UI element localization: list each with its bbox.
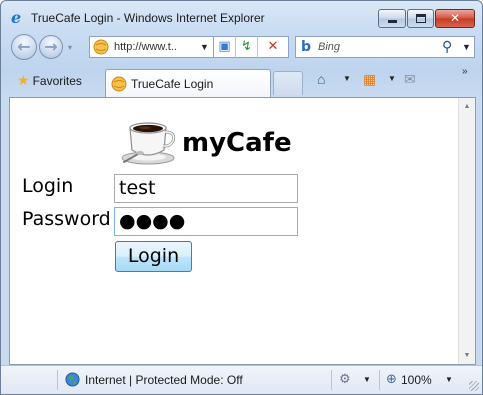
- maximize-icon: [416, 14, 426, 23]
- minimize-button[interactable]: [378, 9, 406, 28]
- tab-favicon-icon: [111, 76, 127, 92]
- address-url[interactable]: http://www.t..: [114, 41, 177, 53]
- login-input[interactable]: test: [114, 174, 298, 203]
- bing-logo-icon: b: [301, 39, 312, 55]
- recent-pages-dropdown-icon[interactable]: ▾: [68, 43, 72, 52]
- favorites-button[interactable]: ★ Favorites: [17, 72, 82, 89]
- scroll-down-icon[interactable]: ▼: [459, 352, 475, 359]
- search-options-dropdown-icon[interactable]: ▼: [462, 42, 471, 52]
- refresh-button[interactable]: ↯: [235, 36, 257, 58]
- ie-logo-icon: e: [11, 8, 22, 27]
- home-icon[interactable]: ⌂: [317, 71, 325, 87]
- zoom-level[interactable]: 100%: [401, 373, 432, 387]
- navigation-bar: ← → ▾ http://www.t.. ▼ ▣ ↯ ✕ b Bing ⚲ ▼: [1, 31, 482, 63]
- password-label: Password: [22, 208, 111, 230]
- status-divider: [379, 370, 380, 390]
- mail-icon[interactable]: ✉: [404, 71, 416, 88]
- back-arrow-icon: ←: [17, 37, 31, 56]
- security-zone-text: Internet | Protected Mode: Off: [85, 373, 243, 387]
- feeds-dropdown-icon[interactable]: ▼: [388, 74, 396, 83]
- search-placeholder[interactable]: Bing: [318, 41, 340, 53]
- address-dropdown-icon[interactable]: ▼: [200, 42, 209, 52]
- favorites-label: Favorites: [32, 74, 82, 88]
- title-bar: e TrueCafe Login - Windows Internet Expl…: [1, 1, 482, 31]
- zoom-dropdown-icon[interactable]: ▼: [445, 375, 453, 384]
- resize-grip-icon[interactable]: [469, 381, 479, 391]
- tab-label: TrueCafe Login: [131, 77, 214, 91]
- login-button[interactable]: Login: [115, 241, 192, 272]
- minimize-icon: [388, 20, 397, 23]
- status-divider: [57, 370, 58, 390]
- back-button[interactable]: ←: [11, 34, 37, 60]
- refresh-icon: ↯: [241, 39, 252, 54]
- close-icon: ✕: [449, 11, 461, 25]
- page-favicon-icon: [93, 39, 109, 55]
- tab-truecafe-login[interactable]: TrueCafe Login: [105, 69, 271, 98]
- status-bar: Internet | Protected Mode: Off ⚙ ▼ ⊕ 100…: [1, 365, 482, 394]
- close-button[interactable]: ✕: [435, 9, 475, 28]
- stop-icon: ✕: [267, 39, 279, 54]
- maximize-button[interactable]: [407, 9, 434, 28]
- compatibility-view-button[interactable]: ▣: [213, 36, 235, 58]
- feeds-icon[interactable]: ▦: [363, 71, 376, 88]
- scroll-up-icon[interactable]: ▲: [459, 103, 475, 110]
- stop-button[interactable]: ✕: [257, 36, 289, 58]
- password-input[interactable]: ●●●●: [114, 207, 298, 236]
- coffee-cup-logo-icon: [121, 122, 176, 165]
- compatibility-view-icon: ▣: [218, 39, 231, 54]
- login-label: Login: [22, 175, 74, 197]
- home-dropdown-icon[interactable]: ▼: [343, 74, 351, 83]
- brand-title: myCafe: [182, 128, 292, 158]
- security-dropdown-icon[interactable]: ▼: [363, 375, 371, 384]
- security-settings-icon[interactable]: ⚙: [339, 371, 351, 387]
- internet-zone-globe-icon: [65, 372, 80, 387]
- status-divider: [331, 370, 332, 390]
- new-tab-button[interactable]: [273, 71, 303, 95]
- page-viewport: myCafe Login test Password ●●●● Login ▲ …: [9, 97, 476, 365]
- more-commands-chevron-icon[interactable]: »: [462, 66, 467, 77]
- favorites-star-icon: ★: [17, 72, 30, 88]
- window-title: TrueCafe Login - Windows Internet Explor…: [31, 11, 265, 25]
- search-icon[interactable]: ⚲: [442, 38, 452, 55]
- forward-arrow-icon: →: [44, 37, 58, 56]
- vertical-scrollbar[interactable]: ▲ ▼: [458, 98, 475, 364]
- browser-window: e TrueCafe Login - Windows Internet Expl…: [0, 0, 483, 395]
- search-box[interactable]: b Bing ⚲ ▼: [295, 36, 475, 58]
- favorites-bar: ★ Favorites TrueCafe Login ⌂ ▼ ▦ ▼ ✉ »: [1, 63, 482, 98]
- zoom-icon[interactable]: ⊕: [386, 371, 397, 387]
- forward-button[interactable]: →: [39, 35, 63, 59]
